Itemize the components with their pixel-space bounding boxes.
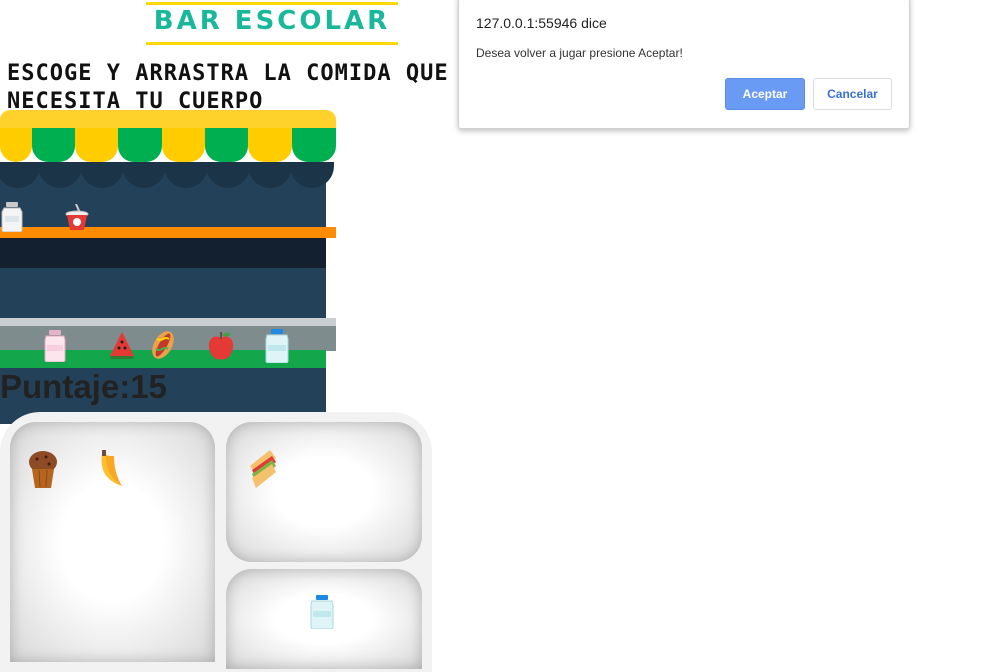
alert-dialog: 127.0.0.1:55946 dice Desea volver a juga… <box>458 0 910 129</box>
cancel-button[interactable]: Cancelar <box>813 78 892 110</box>
hot-dog-icon[interactable] <box>148 329 178 361</box>
water-bottle-icon[interactable] <box>263 329 291 363</box>
sandwich-icon[interactable] <box>248 448 278 490</box>
awning-stripe <box>118 128 162 162</box>
instruction-text: ESCOGE Y ARRASTRA LA COMIDA QUE NECESITA… <box>7 61 449 114</box>
awning-stripe <box>32 128 75 162</box>
score-value: 15 <box>130 368 167 405</box>
awning-stripe <box>75 128 118 162</box>
title-top-line <box>146 2 398 5</box>
counter-top <box>0 318 336 326</box>
tray-compartment-bottom-right[interactable] <box>226 569 422 669</box>
awning-top <box>0 110 336 128</box>
tray-compartment-top-right[interactable] <box>226 422 422 562</box>
awning-stripe <box>205 128 248 162</box>
apple-icon[interactable] <box>207 330 235 362</box>
food-tray[interactable] <box>0 412 432 672</box>
strawberry-milk-icon[interactable] <box>42 330 68 362</box>
dialog-title: 127.0.0.1:55946 dice <box>476 15 607 31</box>
score-display: Puntaje:15 <box>0 368 167 406</box>
yogurt-cup-icon[interactable] <box>64 204 90 232</box>
awning-stripe <box>292 128 336 162</box>
accept-button[interactable]: Aceptar <box>725 78 805 110</box>
title-bottom-line <box>146 42 398 45</box>
shelf <box>0 227 336 238</box>
title-banner: BAR ESCOLAR <box>146 0 398 46</box>
milk-bottle-icon[interactable] <box>0 202 24 232</box>
muffin-icon[interactable] <box>28 450 58 490</box>
awning-stripe <box>0 128 32 162</box>
snack-shop <box>0 110 336 424</box>
water-bottle-icon[interactable] <box>308 595 336 629</box>
banana-icon[interactable] <box>96 450 126 490</box>
page-title: BAR ESCOLAR <box>153 6 391 36</box>
score-label: Puntaje: <box>0 368 131 405</box>
awning-stripe <box>162 128 205 162</box>
dialog-message: Desea volver a jugar presione Aceptar! <box>476 46 683 60</box>
shelf-shadow <box>0 238 326 268</box>
tray-compartment-left[interactable] <box>10 422 215 662</box>
awning-stripe <box>248 128 292 162</box>
watermelon-icon[interactable] <box>108 330 136 360</box>
